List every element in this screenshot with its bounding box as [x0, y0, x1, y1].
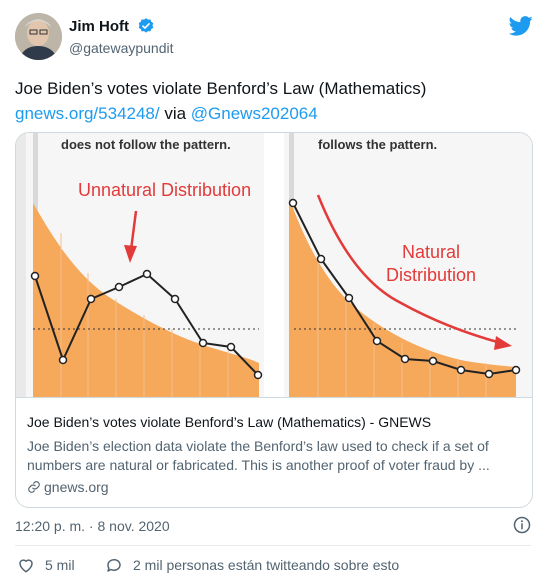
unnatural-distribution-label: Unnatural Distribution	[78, 180, 251, 200]
card-domain-text: gnews.org	[44, 479, 109, 495]
tweet-link-line: gnews.org/534248/ via @Gnews202064	[15, 101, 525, 126]
like-count: 5 mil	[45, 557, 75, 573]
author-handle[interactable]: @gatewaypundit	[69, 40, 174, 56]
tweet: Jim Hoft @gatewaypundit Joe Biden’s vote…	[0, 0, 541, 583]
natural-label: Natural	[402, 242, 460, 262]
speech-bubble-icon	[107, 558, 121, 572]
article-link[interactable]: gnews.org/534248/	[15, 104, 160, 123]
author-name[interactable]: Jim Hoft	[69, 18, 129, 35]
tweet-actions: 5 mil 2 mil personas están twitteando so…	[15, 556, 531, 580]
distribution-label: Distribution	[386, 265, 476, 285]
panel-divider	[264, 133, 284, 397]
avatar[interactable]	[15, 13, 62, 60]
conversation-button[interactable]: 2 mil personas están twitteando sobre es…	[105, 556, 399, 574]
tweet-headline: Joe Biden’s votes violate Benford’s Law …	[15, 79, 427, 98]
benford-chart-image: does not follow the pattern. Unnatural D…	[26, 133, 532, 397]
link-card[interactable]: does not follow the pattern. Unnatural D…	[15, 132, 533, 508]
tweet-text: Joe Biden’s votes violate Benford’s Law …	[15, 76, 525, 126]
actions-divider	[15, 545, 531, 546]
card-image[interactable]: does not follow the pattern. Unnatural D…	[16, 133, 532, 397]
heart-icon	[19, 559, 33, 573]
via-text: via	[159, 104, 191, 123]
tweet-header: Jim Hoft @gatewaypundit	[15, 13, 533, 63]
link-icon	[28, 481, 40, 493]
tweet-timestamp[interactable]: 12:20 p. m. · 8 nov. 2020	[15, 518, 170, 534]
right-panel-caption: follows the pattern.	[318, 137, 437, 152]
card-domain: gnews.org	[27, 479, 109, 495]
card-title[interactable]: Joe Biden’s votes violate Benford’s Law …	[27, 414, 431, 430]
avatar-image	[15, 13, 62, 60]
like-button[interactable]: 5 mil	[17, 556, 75, 574]
info-icon[interactable]	[513, 516, 531, 534]
left-panel-caption: does not follow the pattern.	[61, 137, 231, 152]
card-text[interactable]: Joe Biden’s votes violate Benford’s Law …	[16, 397, 532, 507]
talking-count: 2 mil personas están twitteando sobre es…	[133, 557, 400, 573]
mention-link[interactable]: @Gnews202064	[191, 104, 318, 123]
twitter-bird-icon[interactable]	[509, 16, 533, 36]
card-description: Joe Biden’s election data violate the Be…	[27, 438, 490, 473]
verified-badge-icon	[138, 18, 154, 33]
